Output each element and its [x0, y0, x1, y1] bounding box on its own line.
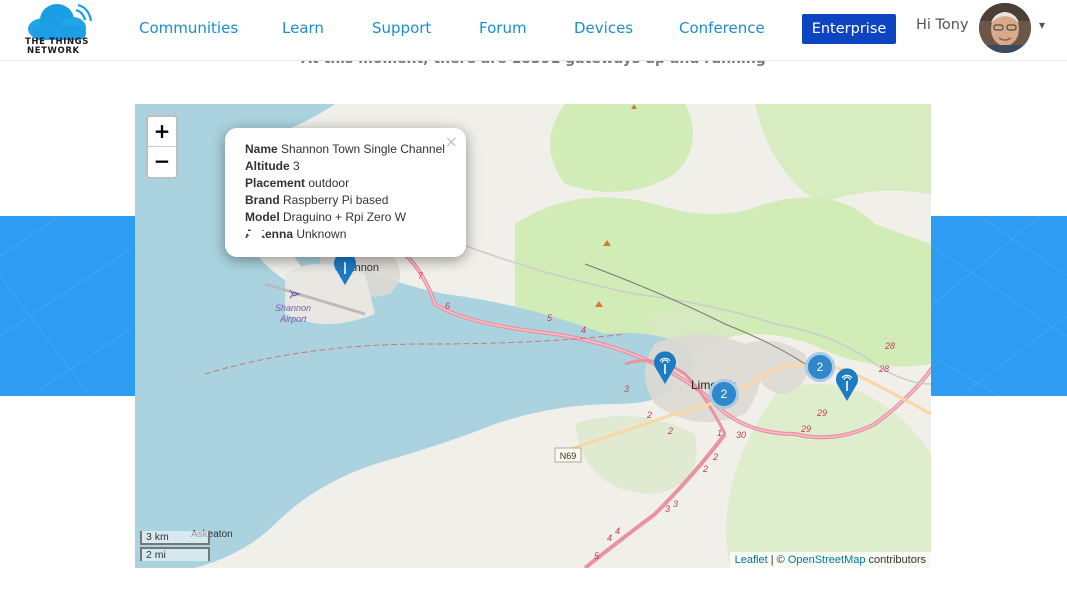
popup-label: Placement [245, 176, 306, 190]
gateway-marker-shannon[interactable] [333, 252, 357, 286]
popup-row-brand: Brand Raspberry Pi based [245, 192, 456, 209]
nav-forum[interactable]: Forum [479, 19, 527, 37]
logo-text: THE THINGS NETWORK [25, 38, 89, 56]
popup-value: Shannon Town Single Channel [281, 142, 445, 156]
avatar-image [979, 3, 1031, 53]
gateway-cluster[interactable]: 2 [709, 379, 739, 409]
cloud-icon [28, 3, 93, 40]
svg-text:3: 3 [673, 499, 678, 509]
popup-row-model: Model Draguino + Rpi Zero W [245, 209, 456, 226]
zoom-in-button[interactable]: + [148, 117, 176, 147]
svg-text:2: 2 [702, 464, 708, 474]
svg-text:2: 2 [712, 452, 718, 462]
nav-communities[interactable]: Communities [139, 19, 238, 37]
svg-text:6: 6 [445, 301, 450, 311]
popup-label: Name [245, 142, 278, 156]
gateway-pin-icon [334, 252, 356, 285]
popup-row-placement: Placement outdoor [245, 175, 456, 192]
svg-text:30: 30 [736, 430, 746, 440]
popup-row-antenna: Antenna Unknown [245, 226, 456, 243]
svg-text:29: 29 [800, 424, 811, 434]
user-avatar[interactable] [979, 3, 1031, 53]
map-attribution: Leaflet | © OpenStreetMap contributors [729, 552, 931, 568]
enterprise-button[interactable]: Enterprise [802, 14, 896, 44]
svg-text:2: 2 [667, 426, 673, 436]
popup-close-button[interactable]: × [445, 132, 458, 151]
gateway-pin-icon [836, 368, 858, 401]
logo-line-2: NETWORK [27, 46, 80, 56]
gateway-map[interactable]: 7654 3221 30 2 2 3344 5 29 29 28 28 N69 Shann… [135, 104, 931, 568]
zoom-controls: + − [146, 115, 178, 179]
popup-value: outdoor [308, 176, 350, 190]
place-label-airport-1: Shannon [275, 303, 311, 313]
popup-value: 3 [293, 159, 300, 173]
top-navigation: THE THINGS NETWORK Communities Learn Sup… [0, 0, 1067, 61]
svg-text:4: 4 [615, 526, 620, 536]
gateway-pin-icon [654, 351, 676, 384]
svg-text:28: 28 [878, 364, 889, 374]
popup-value: Draguino + Rpi Zero W [283, 210, 407, 224]
svg-text:2: 2 [646, 410, 652, 420]
nav-support[interactable]: Support [372, 19, 431, 37]
road-label-n69: N69 [560, 451, 577, 461]
svg-text:29: 29 [816, 408, 827, 418]
user-greeting[interactable]: Hi Tony [916, 17, 969, 33]
gateway-cluster[interactable]: 2 [805, 352, 835, 382]
osm-link[interactable]: OpenStreetMap [788, 554, 866, 566]
popup-row-altitude: Altitude 3 [245, 158, 456, 175]
svg-text:4: 4 [581, 325, 586, 335]
attribution-separator: | © [767, 554, 788, 566]
place-label-airport-2: Airport [279, 314, 307, 324]
nav-conference[interactable]: Conference [679, 19, 765, 37]
svg-text:3: 3 [665, 504, 670, 514]
zoom-out-button[interactable]: − [148, 147, 176, 177]
nav-learn[interactable]: Learn [282, 19, 324, 37]
popup-row-name: Name Shannon Town Single Channel [245, 141, 456, 158]
gateway-marker-limerick-west[interactable] [653, 351, 677, 385]
popup-value: Unknown [296, 227, 347, 241]
svg-text:28: 28 [884, 341, 895, 351]
svg-text:4: 4 [607, 533, 612, 543]
scale-km: 3 km [140, 531, 210, 545]
attribution-suffix: contributors [865, 554, 926, 566]
popup-label: Model [245, 210, 280, 224]
popup-label: Altitude [245, 159, 290, 173]
leaflet-link[interactable]: Leaflet [735, 554, 768, 566]
scale-mi: 2 mi [140, 547, 210, 561]
popup-tip [245, 231, 267, 243]
gateway-marker-limerick-east[interactable] [835, 368, 859, 402]
nav-devices[interactable]: Devices [574, 19, 633, 37]
svg-text:3: 3 [624, 384, 629, 394]
chevron-down-icon[interactable]: ▾ [1039, 18, 1045, 32]
popup-label: Brand [245, 193, 280, 207]
popup-value: Raspberry Pi based [283, 193, 389, 207]
svg-text:1: 1 [717, 428, 722, 438]
